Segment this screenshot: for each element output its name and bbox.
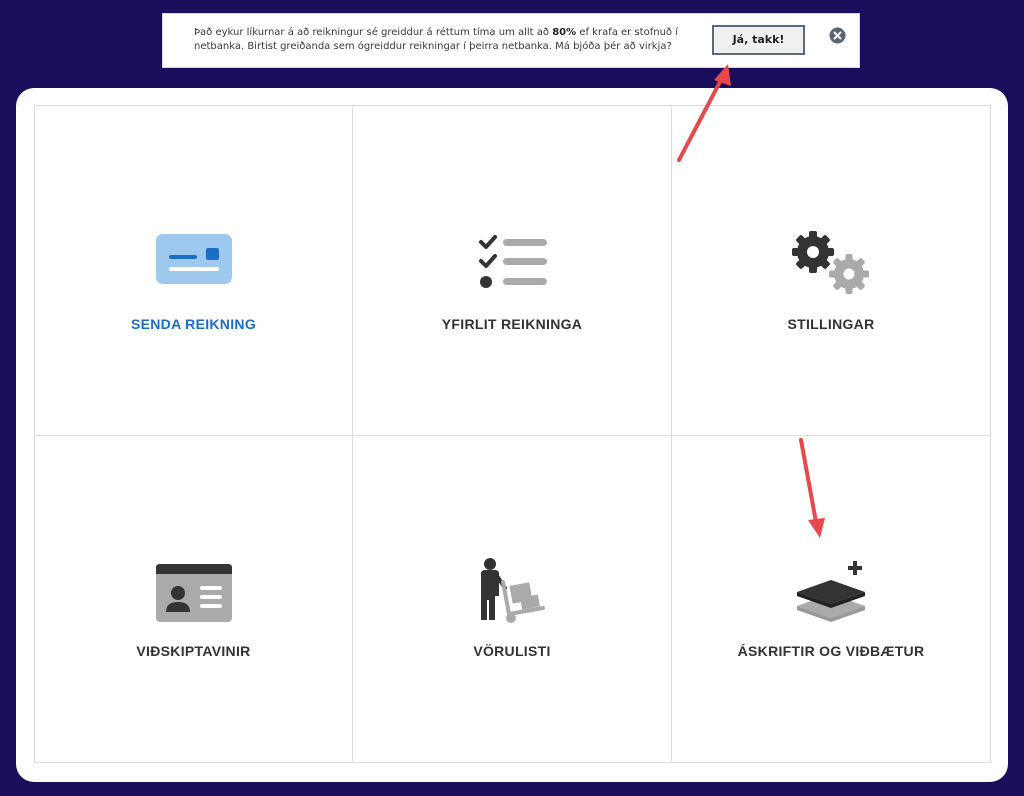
layers-plus-icon: [797, 561, 865, 622]
checklist-icon: [479, 235, 547, 288]
banner-highlight: 80%: [552, 27, 577, 38]
invoice-card-icon: [155, 234, 232, 284]
tile-label: STILLINGAR: [787, 316, 875, 332]
tile-product-list[interactable]: VÖRULISTI: [353, 436, 672, 762]
banner-text-part: Það eykur líkurnar á að reikningur sé gr…: [194, 27, 553, 38]
main-panel: SENDA REIKNING YFIRLIT REIKNINGA STILLIN…: [16, 88, 1008, 782]
close-icon[interactable]: [829, 27, 846, 44]
gears-icon: [792, 231, 869, 294]
tile-settings[interactable]: STILLINGAR: [672, 106, 990, 436]
tile-invoice-overview[interactable]: YFIRLIT REIKNINGA: [353, 106, 672, 436]
menu-grid: SENDA REIKNING YFIRLIT REIKNINGA STILLIN…: [34, 105, 991, 763]
tile-label: VÖRULISTI: [473, 643, 551, 659]
tile-label: YFIRLIT REIKNINGA: [441, 316, 583, 332]
tile-label: ÁSKRIFTIR OG VIÐBÆTUR: [737, 643, 925, 659]
notification-banner: Það eykur líkurnar á að reikningur sé gr…: [162, 13, 860, 68]
tile-subscriptions[interactable]: ÁSKRIFTIR OG VIÐBÆTUR: [672, 436, 990, 762]
tile-customers[interactable]: VIÐSKIPTAVINIR: [35, 436, 353, 762]
tile-label: VIÐSKIPTAVINIR: [136, 643, 251, 659]
tile-send-invoice[interactable]: SENDA REIKNING: [35, 106, 353, 436]
dolly-icon: [481, 558, 545, 623]
accept-button[interactable]: Já, takk!: [712, 25, 805, 55]
banner-message: Það eykur líkurnar á að reikningur sé gr…: [194, 26, 694, 54]
tile-label: SENDA REIKNING: [130, 316, 257, 332]
contact-card-icon: [155, 564, 232, 622]
